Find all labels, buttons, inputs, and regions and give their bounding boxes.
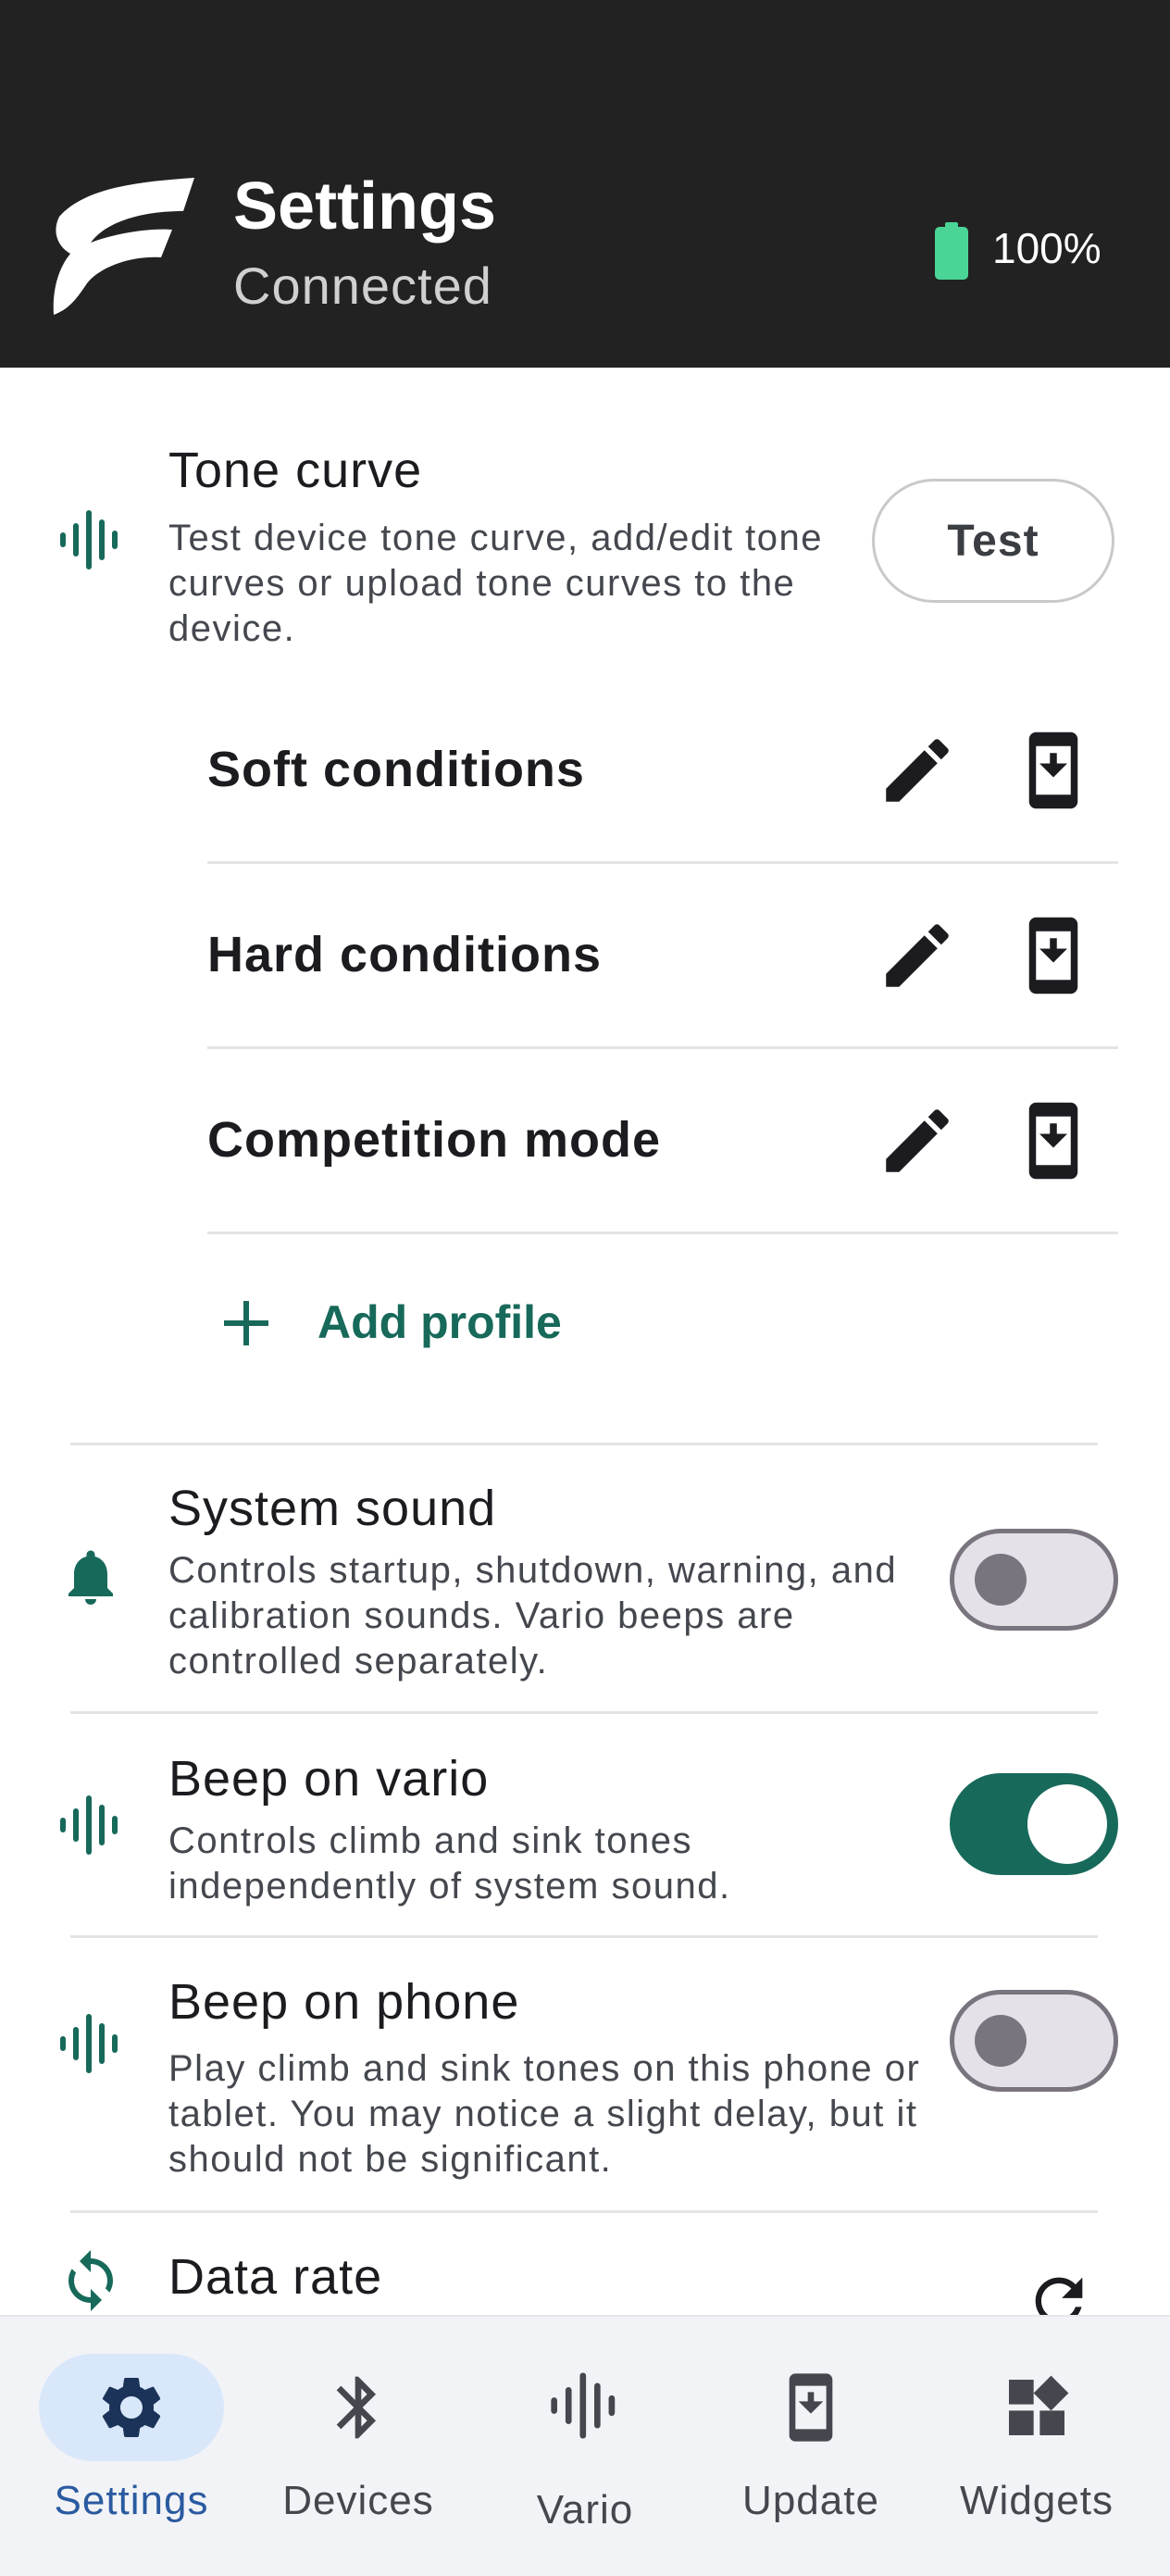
- refresh-icon[interactable]: [1024, 2266, 1094, 2315]
- nav-update[interactable]: Update: [700, 2317, 922, 2576]
- system-sound-toggle[interactable]: [950, 1529, 1118, 1631]
- phone-download-icon: [789, 2373, 833, 2442]
- settings-list[interactable]: Tone curve Test device tone curve, add/e…: [0, 368, 1170, 2315]
- system-sound-title: System sound: [168, 1481, 497, 1536]
- tone-curve-title: Tone curve: [168, 443, 423, 498]
- waveform-icon: [60, 1795, 118, 1855]
- nav-label: Devices: [282, 2478, 434, 2523]
- beep-on-vario-toggle[interactable]: [950, 1773, 1118, 1875]
- nav-vario[interactable]: Vario: [474, 2317, 696, 2576]
- beep-on-vario-description: Controls climb and sink tones independen…: [168, 1820, 731, 1907]
- battery-level: 100%: [992, 224, 1102, 272]
- beep-on-phone-title: Beep on phone: [168, 1974, 520, 2030]
- divider: [207, 1232, 1118, 1234]
- upload-to-device-icon[interactable]: [1012, 1099, 1095, 1182]
- nav-label: Settings: [54, 2478, 209, 2523]
- nav-devices[interactable]: Devices: [247, 2317, 469, 2576]
- add-profile-button[interactable]: Add profile: [317, 1294, 562, 1351]
- bell-icon: [68, 1550, 113, 1605]
- nav-widgets[interactable]: Widgets: [926, 2317, 1148, 2576]
- profile-name[interactable]: Hard conditions: [207, 925, 602, 984]
- nav-label: Widgets: [960, 2478, 1114, 2523]
- upload-to-device-icon[interactable]: [1012, 914, 1095, 997]
- connection-status: Connected: [233, 256, 492, 315]
- toggle-knob: [1027, 1784, 1107, 1864]
- nav-settings[interactable]: Settings: [20, 2317, 243, 2576]
- widgets-icon: [1009, 2375, 1069, 2435]
- waveform-icon: [551, 2372, 616, 2439]
- app-header: Settings Connected 100%: [0, 0, 1170, 368]
- nav-label: Update: [742, 2478, 879, 2523]
- profile-name[interactable]: Competition mode: [207, 1110, 661, 1169]
- beep-on-phone-description: Play climb and sink tones on this phone …: [168, 2048, 921, 2180]
- divider: [70, 1443, 1098, 1445]
- pencil-icon[interactable]: [876, 914, 959, 997]
- profile-name[interactable]: Soft conditions: [207, 740, 585, 799]
- pencil-icon[interactable]: [876, 729, 959, 812]
- divider: [70, 2210, 1098, 2213]
- brand-logo: [53, 178, 194, 315]
- divider: [70, 1711, 1098, 1714]
- waveform-icon: [60, 510, 118, 569]
- plus-icon[interactable]: [218, 1295, 274, 1351]
- data-rate-title: Data rate: [168, 2249, 383, 2305]
- bluetooth-icon: [336, 2376, 377, 2439]
- beep-on-phone-toggle[interactable]: [950, 1990, 1118, 2092]
- divider: [207, 861, 1118, 864]
- bottom-navigation: Settings Devices Vario Update Widgets: [0, 2315, 1170, 2576]
- beep-on-vario-title: Beep on vario: [168, 1751, 490, 1807]
- tone-curve-description: Test device tone curve, add/edit tone cu…: [168, 518, 824, 649]
- pencil-icon[interactable]: [876, 1099, 959, 1182]
- divider: [207, 1046, 1118, 1049]
- page-title: Settings: [233, 169, 497, 244]
- waveform-icon: [60, 2014, 118, 2073]
- toggle-knob: [975, 1554, 1027, 1606]
- system-sound-description: Controls startup, shutdown, warning, and…: [168, 1550, 898, 1682]
- sync-icon: [68, 2250, 113, 2311]
- upload-to-device-icon[interactable]: [1012, 729, 1095, 812]
- battery-icon: [935, 222, 968, 280]
- gear-icon: [102, 2378, 161, 2437]
- toggle-knob: [975, 2015, 1027, 2067]
- nav-label: Vario: [536, 2487, 634, 2532]
- divider: [70, 1935, 1098, 1938]
- test-button[interactable]: Test: [872, 479, 1114, 603]
